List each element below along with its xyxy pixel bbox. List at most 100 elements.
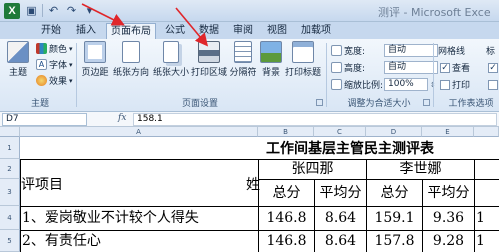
themes-button[interactable]: 主题 <box>6 41 30 78</box>
checkbox-unchecked-icon <box>440 79 450 90</box>
gridlines-view-checkbox[interactable]: ✓ 查看 <box>440 61 470 74</box>
gridlines-print-checkbox[interactable]: 打印 <box>440 78 470 91</box>
title-bar: X ▣ ↶ ↷ ▾ 测评 - Microsoft Exce <box>0 0 499 22</box>
column-header-d[interactable]: D <box>366 127 422 137</box>
excel-logo-icon[interactable]: X <box>4 3 20 19</box>
tab-addins[interactable]: 加载项 <box>296 23 336 39</box>
table-border <box>474 159 475 252</box>
row-header-2[interactable]: 2 <box>0 159 20 179</box>
scale-launcher-icon[interactable] <box>423 99 430 106</box>
table-cell[interactable]: 9.28 <box>423 231 474 252</box>
width-dropdown[interactable]: 自动 <box>384 44 438 57</box>
effects-label: 效果 <box>49 77 68 87</box>
width-control: 宽度: 自动 <box>331 44 438 57</box>
height-control: 高度: 自动 <box>331 61 438 74</box>
theme-colors-button[interactable]: 颜色 ▾ <box>36 42 73 55</box>
column-header-c[interactable]: C <box>314 127 366 137</box>
quick-access-toolbar: ▣ ↶ ↷ ▾ <box>24 3 97 18</box>
margins-icon <box>84 41 106 63</box>
column-header-f[interactable] <box>474 127 499 137</box>
undo-icon[interactable]: ↶ <box>46 3 61 18</box>
sheet-title[interactable]: 工作间基层主管民主测评表 <box>266 139 499 159</box>
table-cell[interactable]: 146.8 <box>259 231 314 252</box>
checkbox-checked-icon: ✓ <box>440 62 450 73</box>
window-title: 测评 - Microsoft Exce <box>378 6 491 19</box>
select-all-corner[interactable] <box>0 127 20 137</box>
table-cell[interactable]: 8.64 <box>315 231 366 252</box>
group-separator <box>433 43 434 107</box>
themes-group-label: 主题 <box>30 99 49 109</box>
table-cell[interactable]: 157.8 <box>367 231 422 252</box>
print-area-button[interactable]: 打印区域 <box>190 41 228 78</box>
tab-home[interactable]: 开始 <box>34 23 68 39</box>
theme-fonts-button[interactable]: A 字体 ▾ <box>36 58 73 71</box>
headings-heading: 标 <box>486 44 495 57</box>
person-name-2[interactable]: 李世娜 <box>367 160 474 179</box>
orientation-button[interactable]: 纸张方向 <box>112 41 150 78</box>
headings-view-checkbox[interactable]: ✓ <box>488 61 498 74</box>
height-icon <box>331 62 342 73</box>
scale-input[interactable]: 100% <box>384 78 428 91</box>
table-cell[interactable]: 1 <box>476 207 499 230</box>
colors-label: 颜色 <box>49 45 68 55</box>
table-cell[interactable]: 8.64 <box>315 207 366 230</box>
row-header-5[interactable]: 5 <box>0 230 20 252</box>
themes-label: 主题 <box>8 68 27 78</box>
margins-button[interactable]: 页边距 <box>80 41 110 78</box>
height-dropdown[interactable]: 自动 <box>384 61 438 74</box>
item-column-header[interactable]: 评项目 <box>21 175 111 195</box>
row-header-3[interactable]: 3 <box>0 179 20 206</box>
sub-header-total[interactable]: 总分 <box>259 180 314 206</box>
print-titles-icon <box>292 41 314 63</box>
row-header-4[interactable]: 4 <box>0 206 20 230</box>
breaks-button[interactable]: 分隔符 <box>228 41 258 78</box>
column-header-a[interactable]: A <box>20 127 258 137</box>
tab-data[interactable]: 数据 <box>194 23 224 39</box>
orientation-label: 纸张方向 <box>112 68 149 78</box>
ribbon: 主题 颜色 ▾ A 字体 ▾ 效果 ▾ 主题 页边距 纸张方向 纸张大小 打印区域 分… <box>0 39 499 112</box>
name-box[interactable]: D7 <box>2 113 87 126</box>
tab-page-layout[interactable]: 页面布局 <box>106 23 156 39</box>
qat-customize-icon[interactable]: ▾ <box>82 3 97 18</box>
table-cell[interactable]: 159.1 <box>367 207 422 230</box>
gridlines-view-label: 查看 <box>452 64 471 74</box>
fx-icon[interactable]: fx <box>118 113 126 123</box>
gridlines-heading: 网格线 <box>438 44 465 57</box>
tab-view[interactable]: 视图 <box>262 23 292 39</box>
row-header-1[interactable]: 1 <box>0 137 20 159</box>
tab-formulas[interactable]: 公式 <box>160 23 190 39</box>
person-name-1[interactable]: 张四那 <box>259 160 366 179</box>
theme-effects-button[interactable]: 效果 ▾ <box>36 74 73 87</box>
fonts-icon: A <box>36 59 47 70</box>
background-button[interactable]: 背景 <box>258 41 284 78</box>
name-column-header[interactable]: 姓 <box>246 175 260 195</box>
table-row-item[interactable]: 2、有责任心 <box>22 231 258 252</box>
save-icon[interactable]: ▣ <box>24 3 39 18</box>
table-cell[interactable]: 9.36 <box>423 207 474 230</box>
breaks-icon <box>234 41 252 63</box>
sub-header-average[interactable]: 平均分 <box>423 180 474 206</box>
table-cell[interactable]: 1 <box>476 231 499 252</box>
checkbox-checked-icon: ✓ <box>488 62 498 73</box>
headings-print-checkbox[interactable] <box>488 78 498 91</box>
sub-header-total[interactable]: 总分 <box>367 180 422 206</box>
qat-separator <box>42 4 43 17</box>
table-row-item[interactable]: 1、爱岗敬业不计较个人得失 <box>22 207 258 230</box>
print-titles-button[interactable]: 打印标题 <box>284 41 322 78</box>
tab-review[interactable]: 审阅 <box>228 23 258 39</box>
sub-header-average[interactable]: 平均分 <box>315 180 366 206</box>
height-label: 高度: <box>344 64 366 74</box>
breaks-label: 分隔符 <box>229 68 257 78</box>
tab-insert[interactable]: 插入 <box>70 23 102 39</box>
table-cell[interactable]: 146.8 <box>259 207 314 230</box>
redo-icon[interactable]: ↷ <box>64 3 79 18</box>
column-header-e[interactable]: E <box>422 127 474 137</box>
formula-input[interactable]: 158.1 <box>133 113 497 126</box>
formula-bar: D7 fx 158.1 <box>0 112 499 127</box>
group-separator <box>76 43 77 107</box>
scale-icon <box>331 79 342 90</box>
size-button[interactable]: 纸张大小 <box>152 41 190 78</box>
print-titles-label: 打印标题 <box>284 68 321 78</box>
column-header-b[interactable]: B <box>258 127 314 137</box>
page-setup-launcher-icon[interactable] <box>316 99 323 106</box>
